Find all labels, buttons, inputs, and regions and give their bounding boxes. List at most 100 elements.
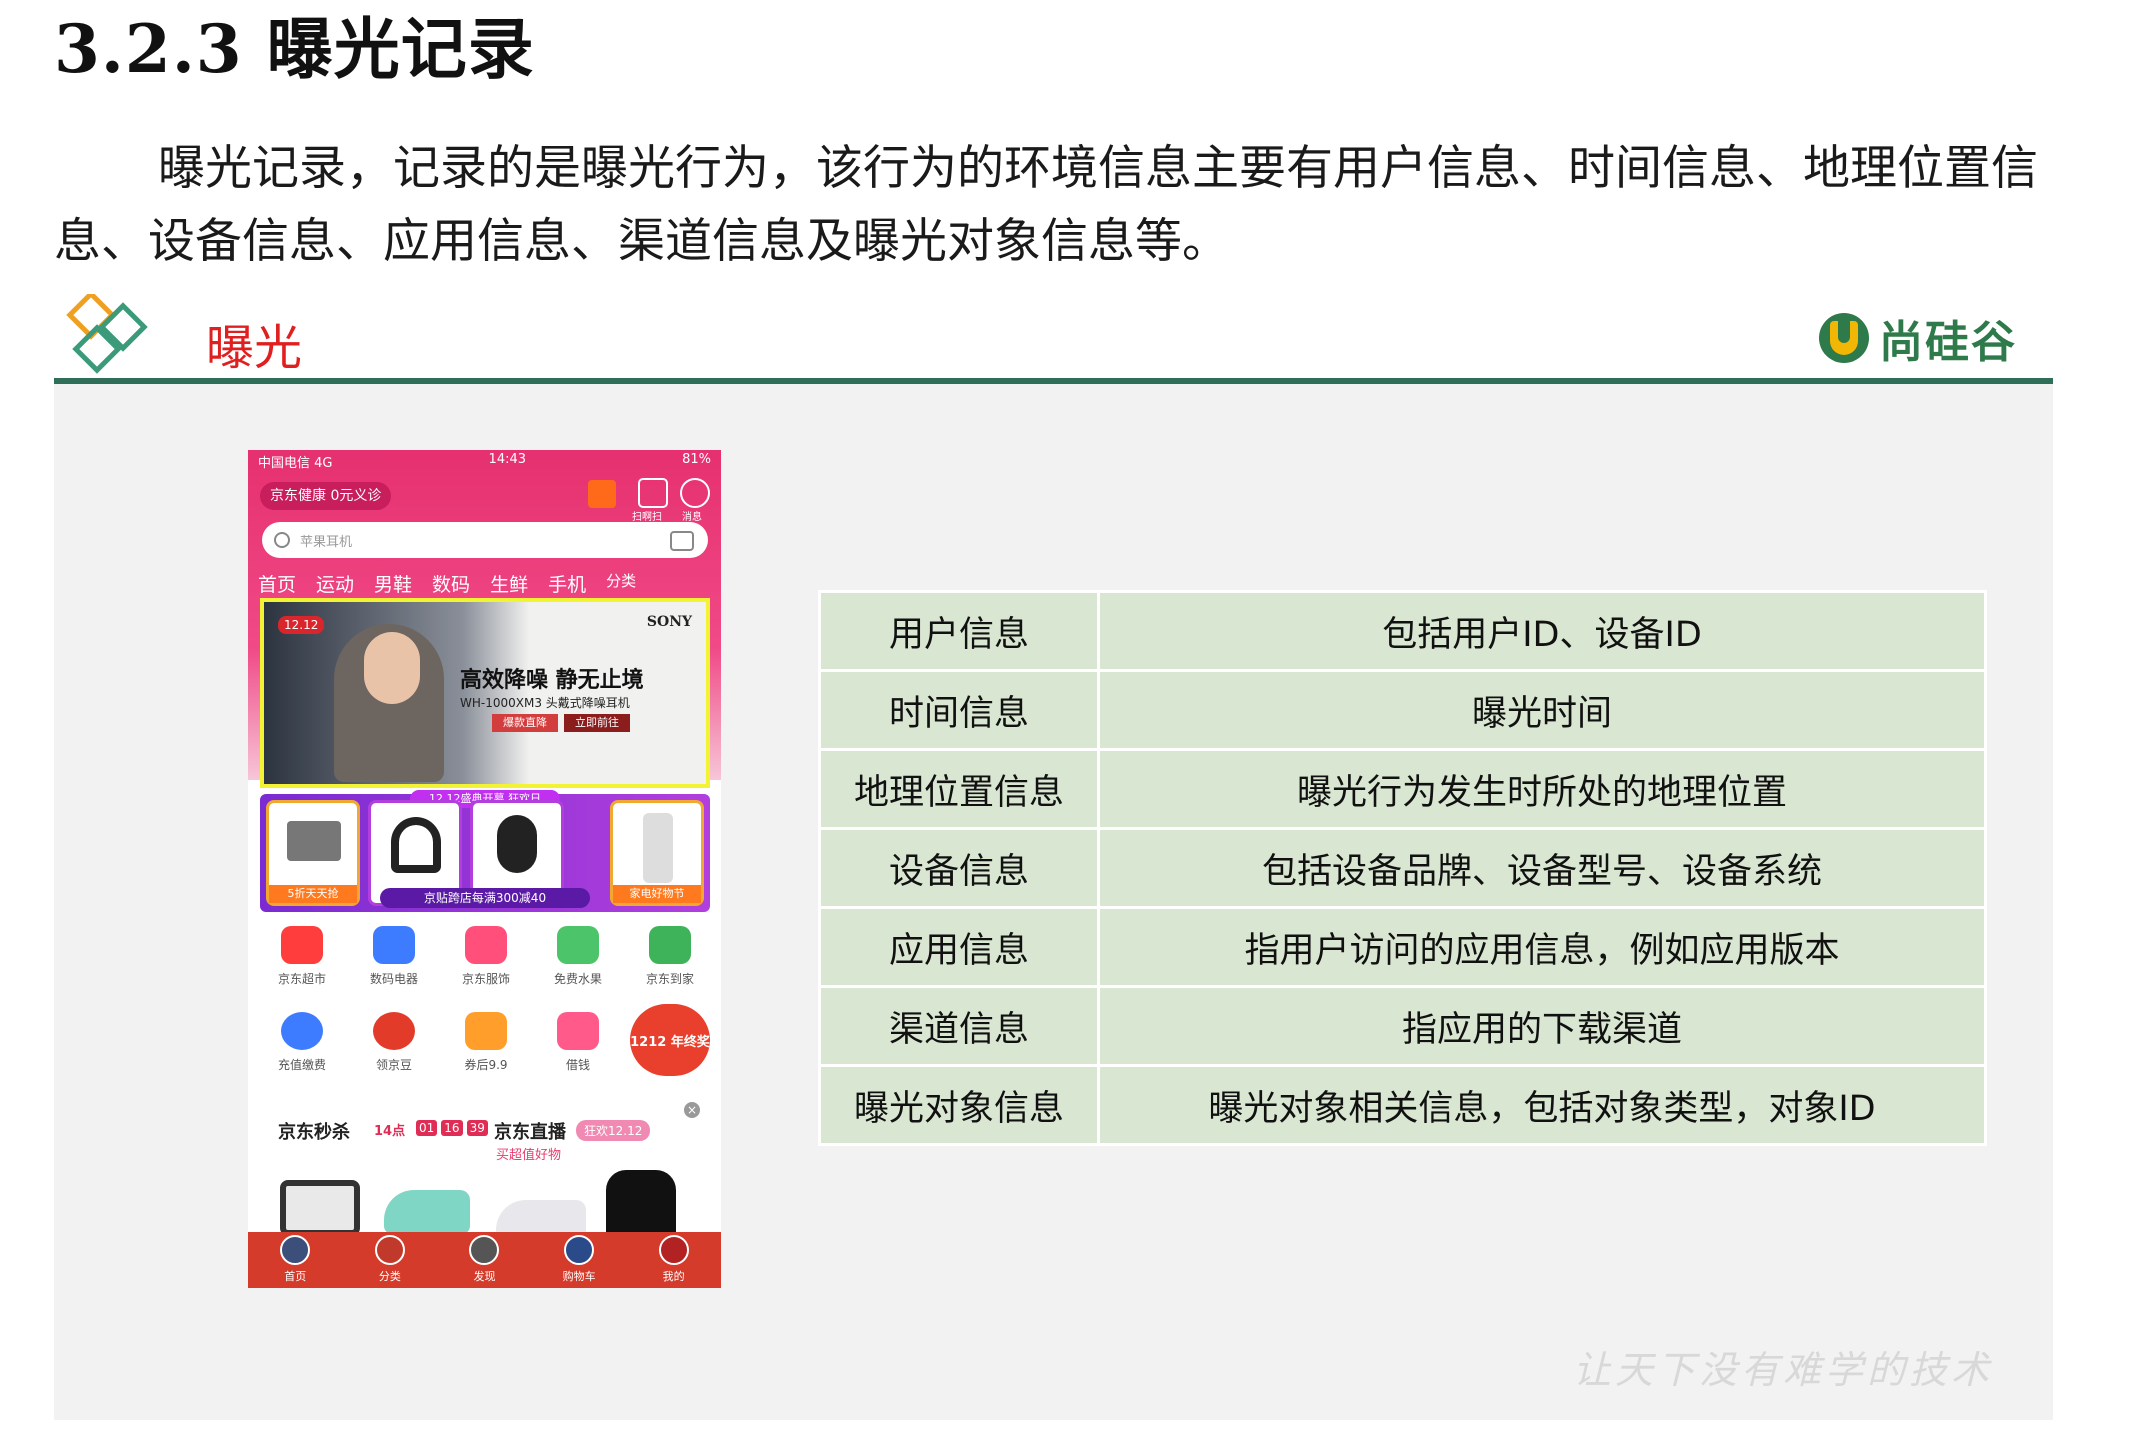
row-key: 应用信息 [818,906,1100,988]
tab-label: 购物车 [562,1270,596,1283]
delivery-icon [649,926,691,964]
fruit-icon [557,926,599,964]
category-tab[interactable]: 分类 [606,570,636,597]
timer-hours: 01 [416,1120,438,1136]
row-value: 指应用的下载渠道 [1097,985,1987,1067]
tab-category[interactable]: 分类 [360,1235,420,1288]
timer-seconds: 39 [466,1120,488,1136]
tab-label: 首页 [284,1270,307,1283]
header-divider [54,378,2053,384]
search-bar[interactable]: 苹果耳机 [262,522,708,558]
tab-label: 发现 [473,1270,496,1283]
table-row: 时间信息 曝光时间 [818,669,1987,751]
seckill-timer: 01 16 39 [416,1120,488,1136]
battery-label: 81% [682,452,711,467]
phone-screenshot: 中国电信 4G 14:43 81% 京东健康 0元义诊 扫啊扫 消息 苹果耳机 … [248,450,721,1288]
shortcut-item[interactable]: 免费水果 [532,926,624,987]
scan-icon[interactable] [638,478,668,508]
seckill-title: 京东秒杀 [278,1122,350,1143]
banner-model: WH-1000XM3 头戴式降噪耳机 [460,696,630,710]
table-row: 设备信息 包括设备品牌、设备型号、设备系统 [818,827,1987,909]
brand-mark-icon [1819,313,1869,363]
shortcut-label: 借钱 [565,1058,590,1072]
row-key: 时间信息 [818,669,1100,751]
shortcut-label: 京东到家 [645,972,694,986]
shortcut-item[interactable]: 京东服饰 [440,926,532,987]
search-icon [274,532,290,548]
banner-deal-button[interactable]: 爆款直降 [492,714,558,732]
bean-icon [373,1012,415,1050]
tab-home[interactable]: 首页 [265,1235,325,1288]
profile-icon [658,1235,689,1265]
live-badge: 狂欢12.12 [576,1120,651,1141]
float-badge[interactable]: 1212 年终奖 [624,1004,716,1076]
clothing-icon [465,926,507,964]
shortcut-label: 领京豆 [375,1058,412,1072]
diamond-logo-icon [66,294,148,374]
banner-badge: 12.12 [278,616,325,634]
promo-center-caption: 京贴跨店每满300减40 [380,888,590,908]
row-key: 地理位置信息 [818,748,1100,830]
shortcut-item[interactable]: 京东超市 [256,926,348,987]
shortcut-item[interactable]: 券后9.9 [440,1012,532,1076]
home-icon [280,1235,311,1265]
category-tab[interactable]: 手机 [548,570,586,597]
recharge-icon [281,1012,323,1050]
coupon-icon [465,1012,507,1050]
promo-caption: 5折天天抢 [269,885,357,903]
shortcut-label: 券后9.9 [464,1058,508,1072]
promo-item-laptop[interactable]: 5折天天抢 [266,800,360,906]
table-row: 地理位置信息 曝光行为发生时所处的地理位置 [818,748,1987,830]
tab-cart[interactable]: 购物车 [549,1235,609,1288]
table-row: 应用信息 指用户访问的应用信息，例如应用版本 [818,906,1987,988]
shortcut-row-2: 充值缴费 领京豆 券后9.9 借钱 1212 年终奖 [256,1004,716,1076]
shortcut-item[interactable]: 领京豆 [348,1012,440,1076]
table-row: 曝光对象信息 曝光对象相关信息，包括对象类型，对象ID [818,1064,1987,1146]
promo-strip: 12.12盛典开幕 狂欢日 5折天天抢 京贴跨店每满300减40 家电好物节 [260,790,710,912]
camera-icon[interactable] [670,531,694,551]
message-icon[interactable] [680,478,710,508]
health-promo-pill[interactable]: 京东健康 0元义诊 [260,482,392,510]
category-tab[interactable]: 运动 [316,570,354,597]
category-tab[interactable]: 生鲜 [490,570,528,597]
laptop-image [287,821,341,861]
shortcut-item[interactable]: 数码电器 [348,926,440,987]
close-icon[interactable]: × [684,1102,700,1118]
category-tab[interactable]: 男鞋 [374,570,412,597]
promo-gift-icon[interactable] [588,480,616,508]
row-key: 用户信息 [818,590,1100,672]
year-end-badge: 1212 年终奖 [630,1004,710,1076]
tab-me[interactable]: 我的 [644,1235,704,1288]
scan-label: 扫啊扫 [632,512,662,523]
table-row: 渠道信息 指应用的下载渠道 [818,985,1987,1067]
row-key: 渠道信息 [818,985,1100,1067]
category-tab[interactable]: 数码 [432,570,470,597]
shortcut-item[interactable]: 充值缴费 [256,1012,348,1076]
bottom-tab-bar: 首页 分类 发现 购物车 我的 [248,1232,721,1288]
banner-headline: 高效降噪 静无止境 [460,668,644,693]
appliance-image [643,813,673,883]
tab-discover[interactable]: 发现 [454,1235,514,1288]
shortcut-item[interactable]: 京东到家 [624,926,716,987]
wallet-icon [557,1012,599,1050]
shortcut-label: 充值缴费 [277,1058,326,1072]
shortcut-label: 京东超市 [277,972,326,986]
category-tab[interactable]: 首页 [258,570,296,597]
row-key: 曝光对象信息 [818,1064,1100,1146]
banner-go-button[interactable]: 立即前往 [564,714,630,732]
electronics-icon [373,926,415,964]
promo-item-appliance[interactable]: 家电好物节 [610,800,704,906]
message-label: 消息 [682,512,702,523]
tab-label: 分类 [378,1270,401,1283]
search-placeholder: 苹果耳机 [300,535,353,550]
banner-carousel[interactable]: 12.12 SONY 高效降噪 静无止境 WH-1000XM3 头戴式降噪耳机 … [260,598,710,788]
row-key: 设备信息 [818,827,1100,909]
shortcut-item[interactable]: 借钱 [532,1012,624,1076]
category-tabs: 首页 运动 男鞋 数码 生鲜 手机 分类 [258,570,718,597]
row-value: 曝光时间 [1097,669,1987,751]
seckill-hour: 14点 [374,1124,406,1139]
timer-minutes: 16 [441,1120,463,1136]
brand-logo: 尚硅谷 [1819,310,2017,368]
section-paragraph: 曝光记录，记录的是曝光行为，该行为的环境信息主要有用户信息、时间信息、地理位置信… [54,141,2038,269]
carrier-label: 中国电信 4G [258,456,333,471]
